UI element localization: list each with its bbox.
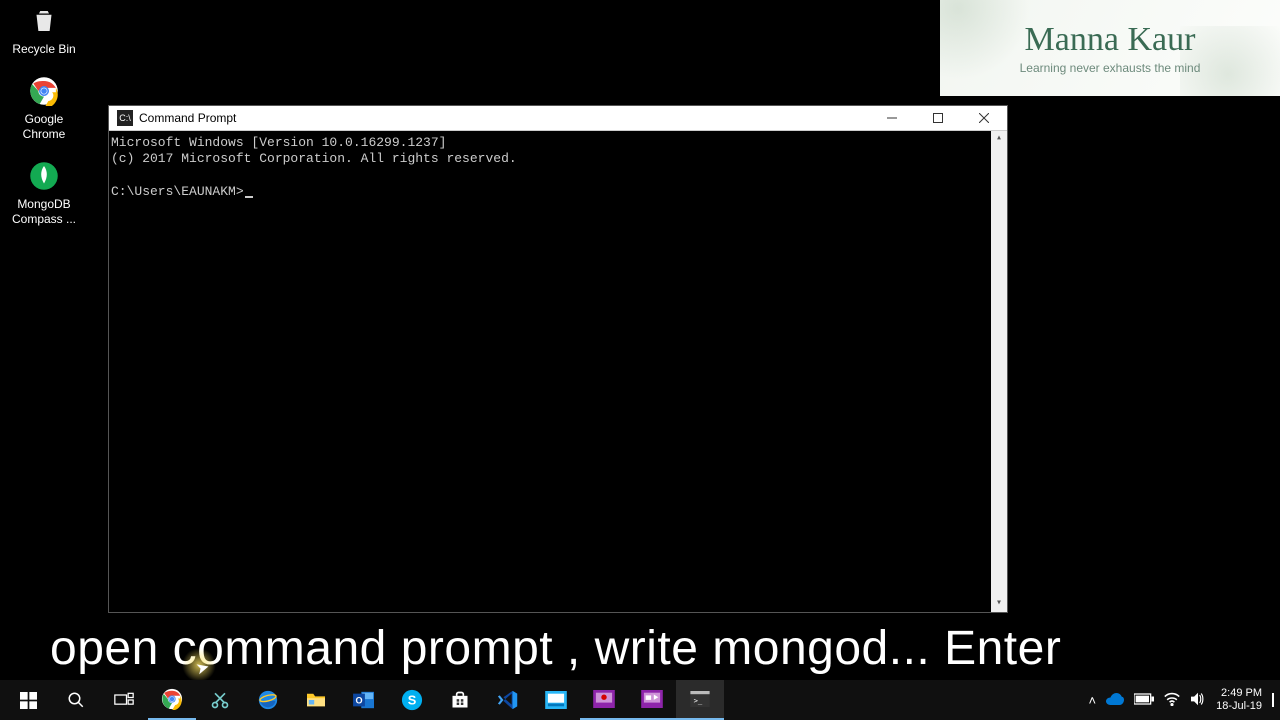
- terminal-prompt: C:\Users\EAUNAKM>: [111, 184, 244, 199]
- task-view-button[interactable]: [100, 680, 148, 720]
- desktop-icon-chrome[interactable]: Google Chrome: [6, 74, 82, 141]
- cmd-icon: C:\: [117, 110, 133, 126]
- scroll-up-icon[interactable]: ▴: [996, 131, 1002, 147]
- clock-date: 18-Jul-19: [1216, 700, 1262, 713]
- taskbar-recorder2[interactable]: [628, 680, 676, 720]
- clock-time: 2:49 PM: [1216, 687, 1262, 700]
- brand-name: Manna Kaur: [1025, 21, 1196, 59]
- desktop-icon-mongodb[interactable]: MongoDB Compass ...: [6, 159, 82, 226]
- scroll-down-icon[interactable]: ▾: [996, 596, 1002, 612]
- wifi-icon[interactable]: [1164, 692, 1180, 709]
- desktop-icon-label: MongoDB Compass ...: [6, 197, 82, 226]
- terminal-scrollbar[interactable]: ▴ ▾: [991, 131, 1007, 612]
- maximize-button[interactable]: [915, 106, 961, 131]
- taskbar-app-blue[interactable]: [532, 680, 580, 720]
- onedrive-icon[interactable]: [1106, 693, 1124, 708]
- tray-chevron-icon[interactable]: ˄: [1089, 693, 1097, 708]
- chrome-icon: [27, 74, 61, 108]
- start-button[interactable]: [4, 680, 52, 720]
- window-titlebar[interactable]: C:\ Command Prompt: [109, 106, 1007, 131]
- taskbar-cmd[interactable]: >_: [676, 680, 724, 720]
- terminal-body[interactable]: Microsoft Windows [Version 10.0.16299.12…: [109, 131, 1007, 612]
- brand-watermark: Manna Kaur Learning never exhausts the m…: [940, 0, 1280, 96]
- svg-text:S: S: [408, 693, 417, 708]
- taskbar-skype[interactable]: S: [388, 680, 436, 720]
- desktop-icon-label: Google Chrome: [6, 112, 82, 141]
- taskbar-outlook[interactable]: O: [340, 680, 388, 720]
- taskbar-vscode[interactable]: [484, 680, 532, 720]
- window-title: Command Prompt: [139, 111, 869, 125]
- command-prompt-window: C:\ Command Prompt Microsoft Windows [Ve…: [108, 105, 1008, 613]
- taskbar: O S >_ ˄ 2:49 PM 18-Jul-19: [0, 680, 1280, 720]
- terminal-blank: [111, 168, 1005, 184]
- video-subtitle: open command prompt , write mongod... En…: [50, 621, 1230, 676]
- svg-text:O: O: [355, 696, 362, 706]
- search-button[interactable]: [52, 680, 100, 720]
- desktop-icon-label: Recycle Bin: [6, 42, 82, 56]
- taskbar-chrome[interactable]: [148, 680, 196, 720]
- minimize-button[interactable]: [869, 106, 915, 131]
- recycle-bin-icon: [27, 4, 61, 38]
- terminal-cursor: [245, 196, 253, 198]
- taskbar-file-explorer[interactable]: [292, 680, 340, 720]
- taskbar-recorder1[interactable]: [580, 680, 628, 720]
- action-center-icon[interactable]: [1272, 694, 1274, 706]
- terminal-line: (c) 2017 Microsoft Corporation. All righ…: [111, 151, 1005, 167]
- mongodb-icon: [27, 159, 61, 193]
- system-tray: ˄ 2:49 PM 18-Jul-19: [1089, 687, 1276, 713]
- svg-text:>_: >_: [694, 696, 703, 705]
- taskbar-store[interactable]: [436, 680, 484, 720]
- battery-icon[interactable]: [1134, 693, 1154, 708]
- terminal-prompt-line: C:\Users\EAUNAKM>: [111, 184, 1005, 200]
- close-button[interactable]: [961, 106, 1007, 131]
- volume-icon[interactable]: [1190, 692, 1206, 709]
- brand-tagline: Learning never exhausts the mind: [1020, 61, 1201, 75]
- desktop-icon-recycle-bin[interactable]: Recycle Bin: [6, 4, 82, 56]
- desktop-icons: Recycle Bin Google Chrome MongoDB Compas…: [6, 4, 86, 244]
- taskbar-ie[interactable]: [244, 680, 292, 720]
- clock[interactable]: 2:49 PM 18-Jul-19: [1216, 687, 1262, 713]
- terminal-line: Microsoft Windows [Version 10.0.16299.12…: [111, 135, 1005, 151]
- taskbar-snip[interactable]: [196, 680, 244, 720]
